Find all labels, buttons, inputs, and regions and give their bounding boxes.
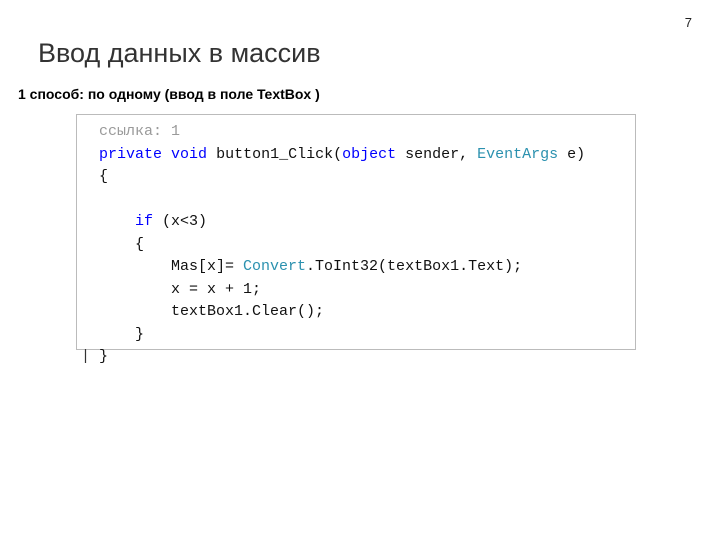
param-e: e) — [558, 146, 585, 163]
slide-title: Ввод данных в массив — [38, 38, 321, 69]
inner-brace-close: } — [135, 326, 144, 343]
text-cursor-icon: | — [81, 348, 90, 365]
code-reference-label: ссылка: 1 — [99, 123, 180, 140]
keyword-void: void — [171, 146, 207, 163]
type-eventargs: EventArgs — [477, 146, 558, 163]
stmt-increment: x = x + 1; — [171, 281, 261, 298]
brace-open: { — [99, 168, 108, 185]
stmt-mas-right: .ToInt32(textBox1.Text); — [306, 258, 522, 275]
if-condition: (x<3) — [153, 213, 207, 230]
stmt-clear: textBox1.Clear(); — [171, 303, 324, 320]
code-snippet: ссылка: 1 private void button1_Click(obj… — [76, 114, 636, 350]
keyword-object: object — [342, 146, 396, 163]
keyword-if: if — [135, 213, 153, 230]
stmt-mas-left: Mas[x]= — [171, 258, 243, 275]
slide-subtitle: 1 способ: по одному (ввод в поле TextBox… — [18, 86, 320, 102]
page-number: 7 — [685, 15, 692, 30]
param-sender: sender, — [396, 146, 477, 163]
brace-close: } — [99, 348, 108, 365]
inner-brace-open: { — [135, 236, 144, 253]
type-convert: Convert — [243, 258, 306, 275]
keyword-private: private — [99, 146, 162, 163]
method-name: button1_Click — [216, 146, 333, 163]
